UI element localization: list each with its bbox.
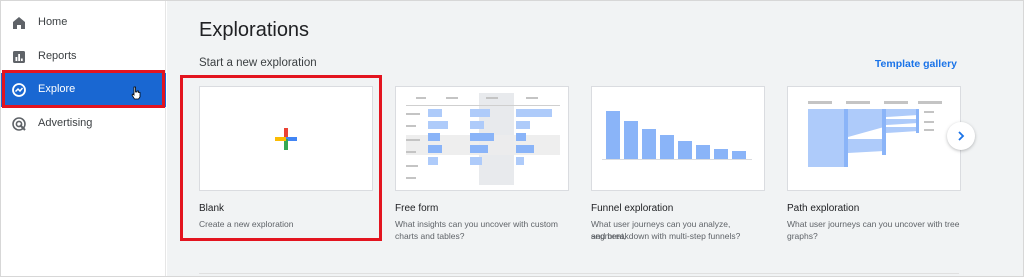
card-title-path: Path exploration [787,203,860,214]
sidebar: Home Reports Explore Advertising [1,1,166,276]
card-desc-path-1: What user journeys can you uncover with … [787,219,960,229]
free-form-thumbnail [406,93,560,185]
funnel-thumbnail [602,111,752,160]
card-title-free-form: Free form [395,203,439,214]
section-title: Start a new exploration [199,57,317,69]
card-title-funnel: Funnel exploration [591,203,674,214]
path-exploration-card[interactable] [787,86,961,191]
card-desc-funnel-2: and breakdown with multi-step funnels? [591,231,741,241]
card-desc-path-2: graphs? [787,231,818,241]
sidebar-item-reports[interactable]: Reports [1,40,166,74]
next-cards-button[interactable] [947,122,975,150]
sidebar-item-label: Advertising [38,117,93,129]
sidebar-item-label: Explore [38,83,76,95]
explore-icon [12,83,26,97]
main-content: Explorations Start a new exploration Tem… [167,1,1023,276]
sidebar-item-label: Home [38,16,68,28]
path-thumbnail [808,101,942,167]
sidebar-item-label: Reports [38,50,77,62]
card-desc-free-form-1: What insights can you uncover with custo… [395,219,558,229]
template-gallery-link[interactable]: Template gallery [875,58,957,70]
free-form-card[interactable] [395,86,569,191]
plus-icon [275,128,297,150]
divider [199,273,959,274]
card-desc-free-form-2: charts and tables? [395,231,465,241]
home-icon [13,17,25,29]
hand-cursor-icon [131,86,141,100]
card-title-blank: Blank [199,203,225,214]
funnel-exploration-card[interactable] [591,86,765,191]
card-desc-blank: Create a new exploration [199,219,294,229]
chevron-right-icon [958,131,965,141]
blank-exploration-card[interactable] [199,86,373,191]
sidebar-item-home[interactable]: Home [1,6,166,40]
page-title: Explorations [199,19,310,41]
advertising-icon [12,117,26,131]
sidebar-item-advertising[interactable]: Advertising [1,107,166,141]
reports-icon [13,51,25,63]
